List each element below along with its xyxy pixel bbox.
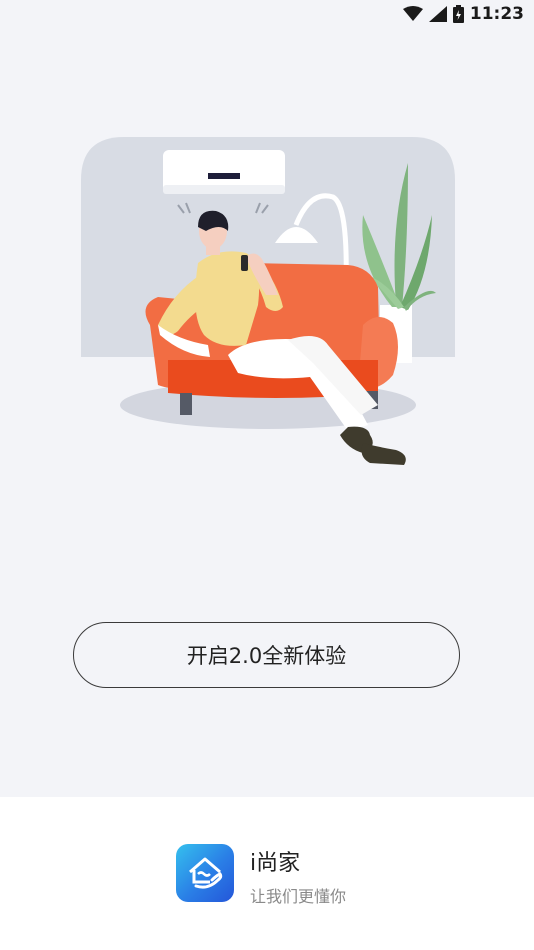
battery-icon — [452, 5, 464, 23]
app-slogan: 让我们更懂你 — [250, 887, 347, 906]
cellular-signal-icon — [428, 6, 447, 22]
man-relaxing-on-sofa-illustration — [78, 135, 458, 475]
house-hand-logo-icon — [176, 844, 234, 902]
footer: i尚家 让我们更懂你 — [0, 797, 534, 950]
app-name: i尚家 — [250, 851, 301, 876]
start-experience-label: 开启2.0全新体验 — [186, 644, 347, 668]
start-experience-button[interactable]: 开启2.0全新体验 — [73, 622, 460, 688]
wifi-icon — [402, 6, 423, 21]
status-time: 11:23 — [469, 4, 524, 24]
status-bar: 11:23 — [0, 0, 534, 28]
